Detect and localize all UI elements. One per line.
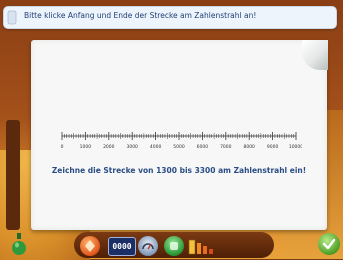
tick-label: 9000 <box>267 144 279 150</box>
tick-label: 6000 <box>197 144 209 150</box>
tick-label: 1000 <box>80 144 92 150</box>
diamond-glyph <box>85 240 95 252</box>
green-button-glyph <box>170 242 178 250</box>
green-button-icon[interactable] <box>164 236 184 256</box>
check-glyph <box>322 238 336 250</box>
counter-display: 0000 <box>108 237 136 256</box>
gauge-icon[interactable] <box>138 236 158 256</box>
instruction-marker-icon <box>7 10 17 25</box>
background-stand <box>6 120 20 230</box>
tick-label: 0 <box>61 144 64 150</box>
gauge-glyph <box>142 243 154 250</box>
checkmark-icon[interactable] <box>318 233 340 255</box>
tick-label: 3000 <box>126 144 138 150</box>
task-text: Zeichne die Strecke von 1300 bis 3300 am… <box>51 166 307 175</box>
instruction-text: Bitte klicke Anfang und Ende der Strecke… <box>24 11 257 20</box>
number-line[interactable]: 0 1000 2000 3000 4000 5000 6000 7000 8000 9000 100… <box>58 128 302 154</box>
tick-label: 4000 <box>150 144 162 150</box>
diamond-button-icon[interactable] <box>80 236 100 256</box>
tick-label: 8000 <box>243 144 255 150</box>
tick-label: 2000 <box>103 144 115 150</box>
tick-label: 5000 <box>173 144 185 150</box>
instruction-bar: Bitte klicke Anfang und Ende der Strecke… <box>3 6 337 29</box>
tick-label: 7000 <box>220 144 232 150</box>
bar-chart-icon[interactable] <box>188 237 218 255</box>
potion-icon[interactable] <box>10 232 28 256</box>
tick-label: 10000 <box>289 144 302 150</box>
